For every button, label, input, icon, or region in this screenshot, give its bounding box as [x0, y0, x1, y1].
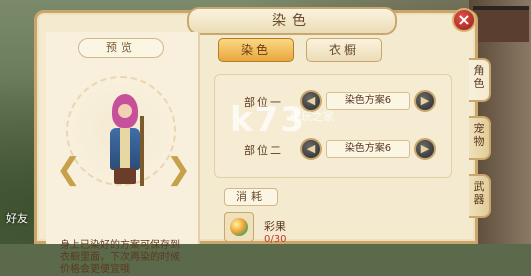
character-legs: [114, 168, 136, 184]
character-face: [118, 104, 132, 118]
next-scheme-button[interactable]: ▶: [414, 90, 436, 112]
scheme-value: 染色方案6: [326, 140, 410, 158]
preview-title: 预览: [78, 38, 164, 58]
side-tab-pet[interactable]: 宠物: [469, 116, 491, 160]
item-count: 0/30: [264, 234, 287, 245]
consume-label: 消耗: [224, 188, 278, 206]
color-fruit-icon: [230, 218, 248, 236]
side-tab-character[interactable]: 角色: [469, 58, 491, 102]
background-building: [473, 6, 529, 42]
part-row-2: 部位二 ◀ 染色方案6 ▶: [214, 138, 452, 162]
character-staff: [140, 116, 144, 186]
watermark-subtitle: 电玩之家: [290, 110, 334, 123]
tab-dye[interactable]: 染色: [218, 38, 294, 62]
preview-description: 身上已染好的方案可保存到衣橱里面，下次再染的时候价格会更便宜哦: [60, 240, 180, 275]
part-label: 部位二: [244, 144, 283, 157]
close-button[interactable]: ×: [452, 8, 476, 32]
side-tab-weapon[interactable]: 武器: [469, 174, 491, 218]
tab-wardrobe[interactable]: 衣橱: [306, 38, 382, 62]
next-scheme-button[interactable]: ▶: [414, 138, 436, 160]
rotate-left-icon[interactable]: ❮: [56, 152, 81, 188]
window-title: 染色: [187, 7, 397, 35]
scheme-value: 染色方案6: [326, 92, 410, 110]
item-slot[interactable]: [224, 212, 254, 242]
character-robe-trim: [120, 128, 130, 170]
item-name: 彩果: [264, 220, 286, 233]
rotate-right-icon[interactable]: ❯: [166, 152, 191, 188]
friends-label[interactable]: 好友: [6, 210, 28, 226]
preview-panel: 预览 ❮ ❯ 身上已染好的方案可保存到衣橱里面，下次再染的时候价格会更便宜哦: [46, 32, 200, 275]
prev-scheme-button[interactable]: ◀: [300, 138, 322, 160]
